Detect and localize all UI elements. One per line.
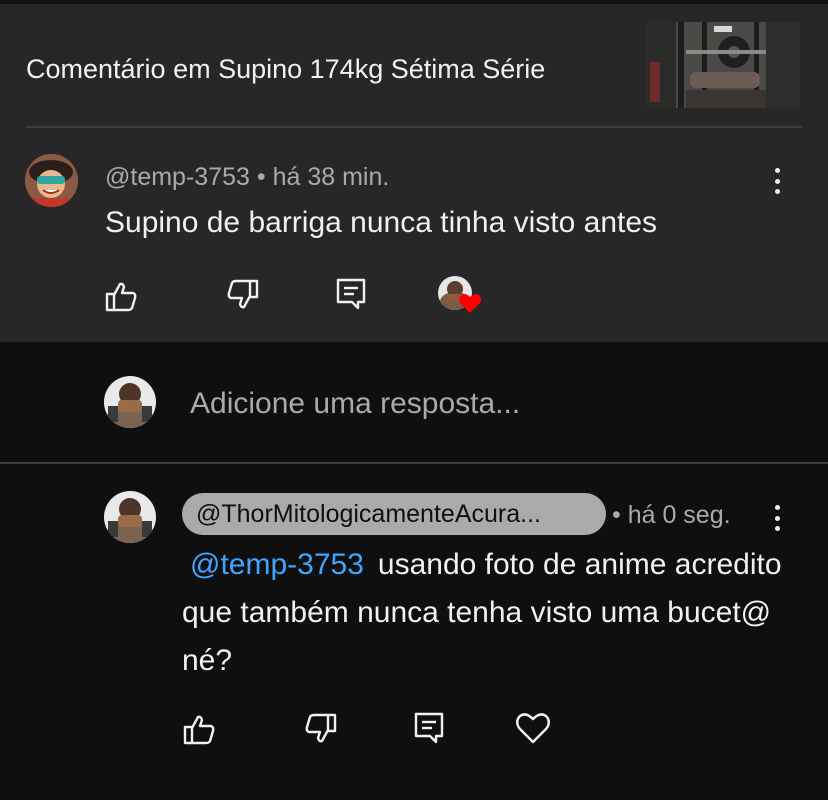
dislike-icon[interactable] xyxy=(302,710,338,746)
heart-outline-icon[interactable] xyxy=(515,710,551,746)
reply-author-badge[interactable]: @ThorMitologicamenteAcura... xyxy=(182,493,606,535)
like-icon[interactable] xyxy=(182,712,218,748)
more-vert-icon[interactable] xyxy=(767,505,787,531)
comment-meta: @temp-3753 • há 38 min. xyxy=(105,163,389,192)
header-divider xyxy=(26,126,802,128)
reply-text: @temp-3753 usando foto de anime acredito … xyxy=(182,541,792,685)
reply-input[interactable]: Adicione uma resposta... xyxy=(190,387,520,421)
avatar[interactable] xyxy=(25,154,78,207)
comment-header-panel: Comentário em Supino 174kg Sétima Série xyxy=(0,4,828,342)
creator-heart-icon xyxy=(438,276,484,316)
reply-icon[interactable] xyxy=(334,276,370,312)
video-thumbnail[interactable] xyxy=(646,22,800,108)
reply-mention[interactable]: @temp-3753 xyxy=(190,548,364,581)
comment-author[interactable]: @temp-3753 xyxy=(105,163,250,191)
reply-avatar[interactable] xyxy=(104,491,156,543)
more-vert-icon[interactable] xyxy=(767,168,787,194)
reply-divider xyxy=(0,462,828,464)
dislike-icon[interactable] xyxy=(224,276,260,312)
own-avatar xyxy=(104,376,156,428)
comment-time: há 38 min. xyxy=(272,163,390,191)
reply-icon[interactable] xyxy=(412,710,448,746)
page-title: Comentário em Supino 174kg Sétima Série xyxy=(26,54,546,84)
reply-time: • há 0 seg. xyxy=(612,501,731,529)
meta-separator: • xyxy=(249,163,273,191)
comment-text: Supino de barriga nunca tinha visto ante… xyxy=(105,206,658,239)
like-icon[interactable] xyxy=(104,279,140,315)
